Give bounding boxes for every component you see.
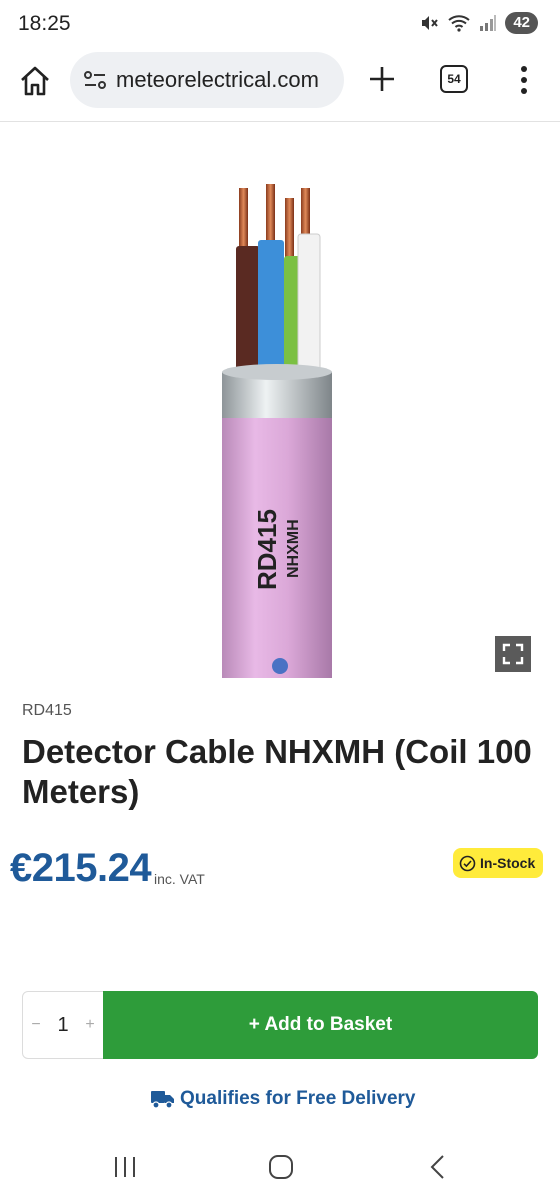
recents-icon[interactable] xyxy=(113,1156,137,1178)
gallery-dot xyxy=(272,658,288,674)
product-sku: RD415 xyxy=(22,702,72,719)
cable-print-type: NHXMH xyxy=(285,519,302,578)
free-delivery-note: Qualifies for Free Delivery xyxy=(150,1088,416,1110)
truck-icon xyxy=(151,1091,174,1109)
status-icons: 42 xyxy=(419,12,538,34)
product-price: €215.24 xyxy=(10,846,152,890)
qty-decrement-button[interactable]: − xyxy=(29,1016,43,1034)
site-info-icon[interactable] xyxy=(82,67,108,93)
vat-note: inc. VAT xyxy=(154,871,205,887)
nav-home-icon[interactable] xyxy=(268,1154,294,1180)
status-bar: 18:25 42 xyxy=(0,0,560,50)
back-icon[interactable] xyxy=(428,1154,448,1180)
product-image[interactable]: RD415 NHXMH xyxy=(0,122,560,678)
expand-button[interactable] xyxy=(495,636,531,672)
menu-icon[interactable] xyxy=(512,64,536,96)
product-title: Detector Cable NHXMH (Coil 100 Meters) xyxy=(22,733,532,810)
expand-icon xyxy=(502,643,524,665)
system-nav-bar xyxy=(0,1140,560,1200)
home-icon[interactable] xyxy=(18,64,52,98)
quantity-stepper[interactable]: − 1 + xyxy=(22,991,104,1059)
plus-icon[interactable] xyxy=(366,63,398,95)
stock-label: In-Stock xyxy=(480,855,536,871)
tab-switcher-button[interactable]: 54 xyxy=(440,65,468,93)
check-circle-icon xyxy=(459,855,476,871)
signal-icon xyxy=(480,15,497,31)
qty-increment-button[interactable]: + xyxy=(83,1016,97,1034)
url-text: meteorelectrical.com xyxy=(116,67,319,92)
free-delivery-label: Qualifies for Free Delivery xyxy=(180,1088,416,1109)
status-time: 18:25 xyxy=(18,12,71,35)
address-bar[interactable]: meteorelectrical.com xyxy=(70,52,344,108)
browser-toolbar: meteorelectrical.com 54 xyxy=(0,50,560,112)
cable-print-code: RD415 xyxy=(252,509,282,590)
add-to-basket-button[interactable]: + Add to Basket xyxy=(103,991,538,1059)
qty-value[interactable]: 1 xyxy=(57,1014,68,1037)
battery-indicator: 42 xyxy=(505,12,538,34)
stock-badge: In-Stock xyxy=(453,848,544,878)
mute-icon xyxy=(422,16,439,30)
wifi-icon xyxy=(448,15,470,32)
